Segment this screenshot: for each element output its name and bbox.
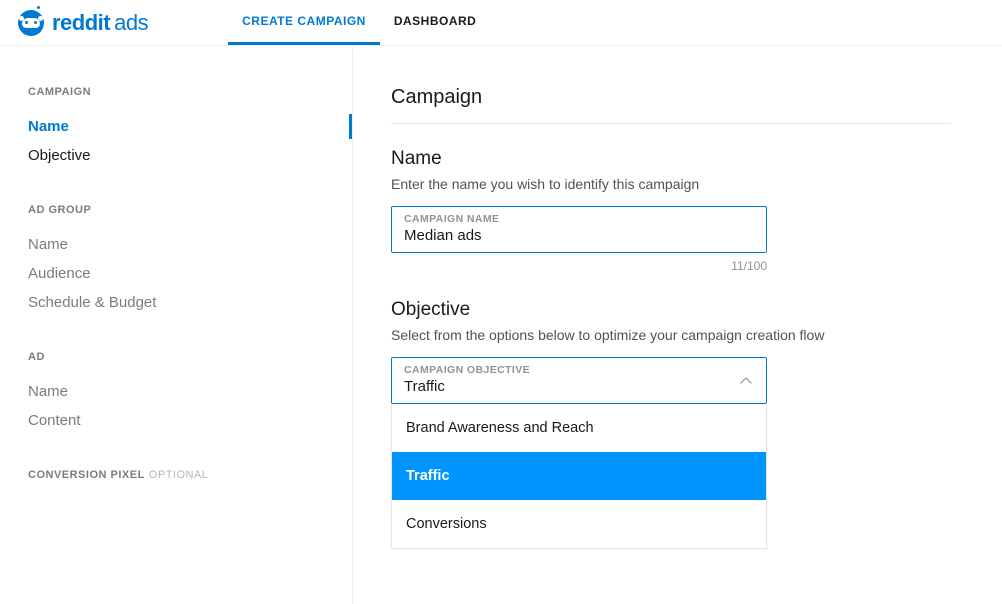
campaign-objective-dropdown: Brand Awareness and ReachTrafficConversi… [391,404,767,549]
sidebar-item-schedule-budget: Schedule & Budget [28,288,352,317]
topnav-item-dashboard[interactable]: DASHBOARD [380,0,491,45]
objective-option-brand-awareness-and-reach[interactable]: Brand Awareness and Reach [392,404,766,452]
sidebar-heading: AD GROUP [28,204,352,216]
main-panel: Campaign Name Enter the name you wish to… [353,46,1002,604]
brand-logo[interactable]: redditads [18,10,148,36]
objective-option-conversions[interactable]: Conversions [392,500,766,548]
objective-section-title: Objective [391,299,1002,321]
sidebar: CAMPAIGNNameObjectiveAD GROUPNameAudienc… [0,46,353,604]
sidebar-heading: CAMPAIGN [28,86,352,98]
campaign-objective-label: CAMPAIGN OBJECTIVE [404,364,730,376]
sidebar-group-ad-group: AD GROUP NameAudienceSchedule & Budget [28,204,352,317]
campaign-name-input[interactable] [404,227,754,244]
sidebar-heading: AD [28,351,352,363]
name-section: Name Enter the name you wish to identify… [391,148,1002,273]
sidebar-item-conversion-pixel[interactable]: CONVERSION PIXELOPTIONAL [28,469,352,481]
topnav-item-create-campaign[interactable]: CREATE CAMPAIGN [228,0,380,45]
sidebar-group-campaign: CAMPAIGN NameObjective [28,86,352,170]
campaign-name-counter: 11/100 [391,259,767,273]
campaign-name-field[interactable]: CAMPAIGN NAME [391,206,767,253]
objective-section: Objective Select from the options below … [391,299,1002,549]
sidebar-item-audience: Audience [28,259,352,288]
campaign-objective-select[interactable]: CAMPAIGN OBJECTIVE Traffic [391,357,767,404]
top-nav: CREATE CAMPAIGNDASHBOARD [228,0,490,45]
page-title: Campaign [391,86,951,124]
reddit-icon [18,10,44,36]
chevron-up-icon [740,377,752,385]
sidebar-group-ad: AD NameContent [28,351,352,435]
sidebar-item-objective[interactable]: Objective [28,141,352,170]
objective-section-desc: Select from the options below to optimiz… [391,327,1002,343]
brand-text: redditads [52,10,148,36]
sidebar-item-name: Name [28,377,352,406]
sidebar-item-name[interactable]: Name [28,112,352,141]
campaign-objective-value: Traffic [404,378,730,395]
name-section-desc: Enter the name you wish to identify this… [391,176,1002,192]
sidebar-item-content: Content [28,406,352,435]
top-header: redditads CREATE CAMPAIGNDASHBOARD [0,0,1002,46]
campaign-name-label: CAMPAIGN NAME [404,213,754,225]
name-section-title: Name [391,148,1002,170]
sidebar-item-name: Name [28,230,352,259]
objective-option-traffic[interactable]: Traffic [392,452,766,500]
